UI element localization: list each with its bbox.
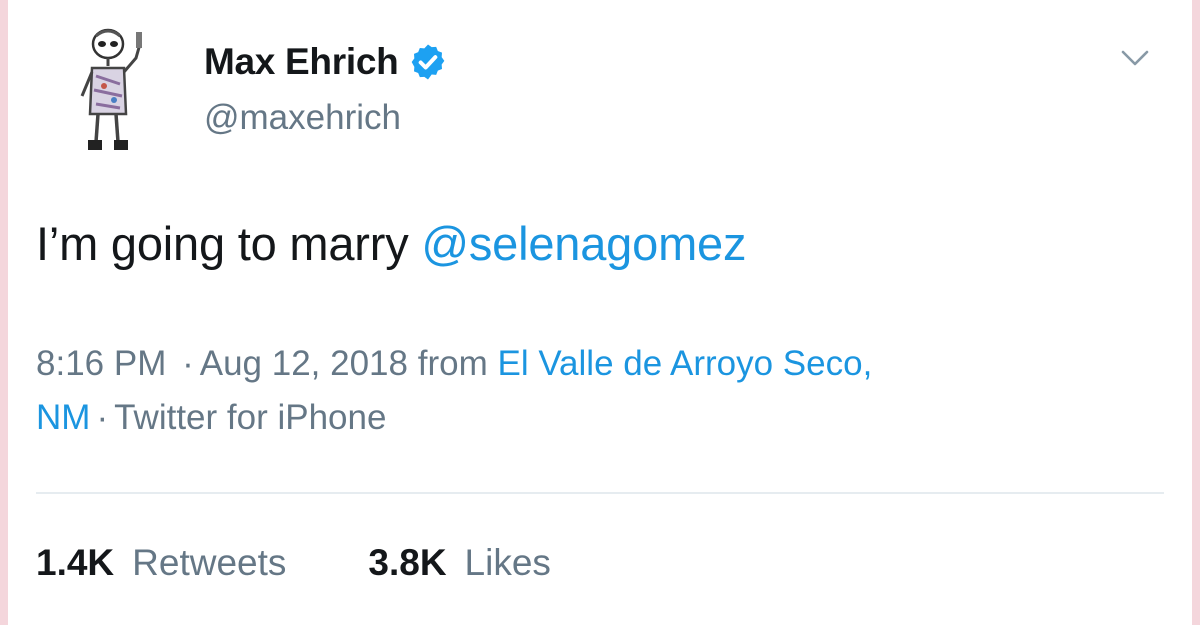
tweet-date[interactable]: Aug 12, 2018 xyxy=(200,344,408,383)
tweet-text-body: I’m going to marry xyxy=(36,217,422,270)
tweet-time[interactable]: 8:16 PM xyxy=(36,344,166,383)
name-row: Max Ehrich xyxy=(204,38,448,86)
retweets-count: 1.4K xyxy=(36,542,115,583)
avatar[interactable] xyxy=(74,24,158,164)
separator-dot: · xyxy=(182,344,194,383)
retweets-stat[interactable]: 1.4K Retweets xyxy=(36,542,286,584)
tweet-source: Twitter for iPhone xyxy=(114,398,387,437)
user-info[interactable]: Max Ehrich @maxehrich xyxy=(204,38,448,138)
likes-count: 3.8K xyxy=(368,542,447,583)
likes-stat[interactable]: 3.8K Likes xyxy=(368,542,551,584)
divider xyxy=(36,492,1164,494)
likes-label: Likes xyxy=(464,542,551,583)
tweet-stats: 1.4K Retweets 3.8K Likes xyxy=(36,542,551,584)
retweets-label: Retweets xyxy=(132,542,287,583)
verified-badge-icon xyxy=(412,44,445,80)
location-link[interactable]: El Valle de Arroyo Seco, xyxy=(497,344,872,383)
from-label: from xyxy=(417,344,488,383)
display-name[interactable]: Max Ehrich xyxy=(204,41,399,83)
tweet-metadata: 8:16 PM · Aug 12, 2018 from El Valle de A… xyxy=(36,337,1156,445)
separator-dot: · xyxy=(96,398,109,437)
tweet-text: I’m going to marry @selenagomez xyxy=(36,216,746,271)
right-edge-strip xyxy=(1192,0,1200,625)
mention-link[interactable]: @selenagomez xyxy=(421,217,746,270)
tweet-card: Max Ehrich @maxehrich I’m going to marry… xyxy=(8,0,1192,625)
left-edge-strip xyxy=(0,0,8,625)
location-link-state[interactable]: NM xyxy=(36,398,90,437)
user-handle[interactable]: @maxehrich xyxy=(204,98,448,138)
chevron-down-icon[interactable] xyxy=(1120,48,1150,68)
